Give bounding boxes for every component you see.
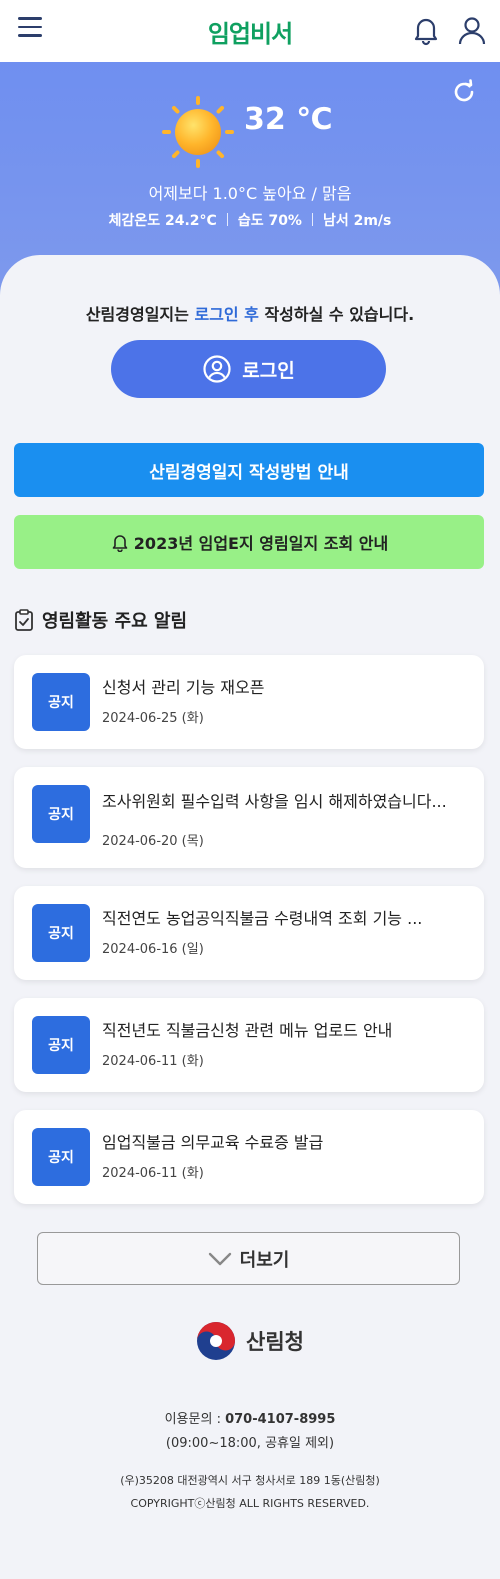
temperature-value: 32 ℃	[244, 102, 333, 137]
footer-copyright: COPYRIGHTⓒ산림청 ALL RIGHTS RESERVED.	[130, 1497, 370, 1510]
more-button[interactable]: 더보기	[37, 1232, 460, 1285]
top-bar: 임업비서	[0, 0, 500, 62]
wind-value: 남서 2m/s	[322, 213, 392, 229]
notice-title: 임업직불금 의무교육 수료증 발급	[102, 1133, 324, 1152]
notice-badge: 공지	[32, 673, 90, 731]
list-item[interactable]: 공지 임업직불금 의무교육 수료증 발급 2024-06-11 (화)	[14, 1110, 484, 1204]
login-note-highlight: 로그인 후	[194, 305, 259, 324]
notice-title: 조사위원회 필수입력 사항을 임시 해제하였습니다...	[102, 792, 447, 811]
weather-details: 체감온도 24.2°C 습도 70% 남서 2m/s	[0, 210, 500, 230]
list-item[interactable]: 공지 직전년도 직불금신청 관련 메뉴 업로드 안내 2024-06-11 (화…	[14, 998, 484, 1092]
user-circle-icon	[203, 355, 231, 383]
contact-hours: (09:00~18:00, 공휴일 제외)	[165, 1436, 335, 1451]
taegeuk-emblem-icon	[197, 1322, 236, 1360]
bell-icon	[112, 535, 128, 552]
login-button[interactable]: 로그인	[111, 340, 386, 398]
humidity-value: 습도 70%	[237, 213, 302, 229]
diary-inquiry-notice-button[interactable]: 2023년 임업E지 영림일지 조회 안내	[14, 515, 484, 569]
diary-guide-button[interactable]: 산림경영일지 작성방법 안내	[14, 443, 484, 497]
more-button-label: 더보기	[239, 1249, 290, 1271]
notice-badge: 공지	[32, 904, 90, 962]
feels-like-temp: 체감온도 24.2°C	[108, 213, 217, 229]
notice-badge: 공지	[32, 1016, 90, 1074]
notice-date: 2024-06-11 (화)	[102, 1166, 204, 1181]
contact-label: 이용문의 :	[164, 1412, 226, 1427]
list-item[interactable]: 공지 직전연도 농업공익직불금 수령내역 조회 기능 ... 2024-06-1…	[14, 886, 484, 980]
notice-date: 2024-06-25 (화)	[102, 711, 204, 726]
chevron-down-icon	[208, 1252, 231, 1265]
section-title: 영림활동 주요 알림	[14, 607, 187, 633]
notice-title: 직전년도 직불금신청 관련 메뉴 업로드 안내	[102, 1021, 393, 1040]
login-note-suffix: 작성하실 수 있습니다.	[258, 305, 415, 324]
contact-info: 이용문의 : 070-4107-8995	[0, 1408, 500, 1427]
notice-badge: 공지	[32, 1128, 90, 1186]
notice-button-label: 2023년 임업E지 영림일지 조회 안내	[133, 534, 389, 553]
notice-date: 2024-06-16 (일)	[102, 942, 204, 957]
main-content: 산림경영일지는 로그인 후 작성하실 수 있습니다. 로그인 산림경영일지 작성…	[0, 255, 500, 1579]
notice-date: 2024-06-20 (목)	[102, 834, 204, 849]
forest-service-logo: 산림청	[0, 1321, 500, 1361]
clipboard-check-icon	[15, 609, 33, 631]
notice-badge: 공지	[32, 785, 90, 843]
notice-title: 신청서 관리 기능 재오픈	[102, 678, 265, 697]
bell-icon[interactable]	[410, 14, 442, 46]
footer-org-name: 산림청	[246, 1330, 304, 1354]
temperature-comparison: 어제보다 1.0°C 높아요 / 맑음	[148, 184, 352, 203]
list-item[interactable]: 공지 신청서 관리 기능 재오픈 2024-06-25 (화)	[14, 655, 484, 749]
refresh-icon[interactable]	[450, 78, 478, 106]
list-item[interactable]: 공지 조사위원회 필수입력 사항을 임시 해제하였습니다... 2024-06-…	[14, 767, 484, 868]
login-button-label: 로그인	[242, 359, 295, 382]
login-note-prefix: 산림경영일지는	[85, 305, 195, 324]
login-notice-text: 산림경영일지는 로그인 후 작성하실 수 있습니다.	[0, 301, 500, 325]
contact-phone[interactable]: 070-4107-8995	[225, 1412, 335, 1427]
footer-address: (우)35208 대전광역시 서구 청사서로 189 1동(산림청)	[120, 1474, 380, 1487]
sun-icon	[160, 94, 236, 170]
section-title-text: 영림활동 주요 알림	[42, 611, 188, 632]
user-icon[interactable]	[456, 14, 488, 46]
notice-title: 직전연도 농업공익직불금 수령내역 조회 기능 ...	[102, 909, 423, 928]
notice-date: 2024-06-11 (화)	[102, 1054, 204, 1069]
